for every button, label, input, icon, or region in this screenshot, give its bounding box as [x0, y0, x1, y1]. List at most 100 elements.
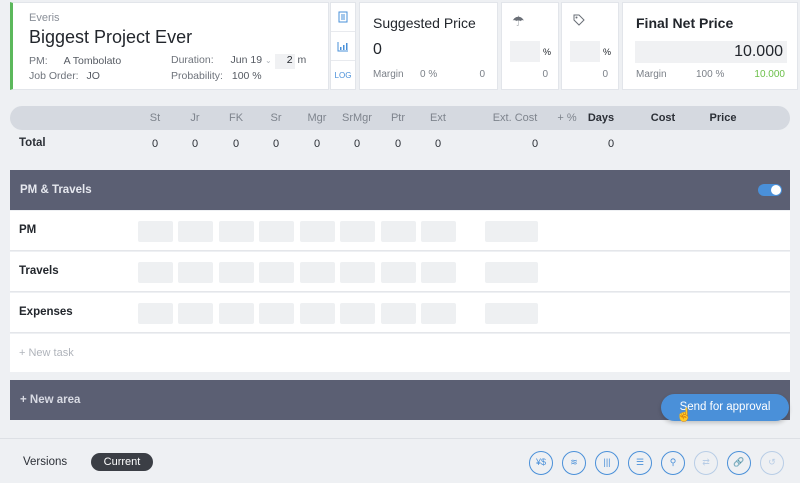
column-header: St Jr FK Sr Mgr SrMgr Ptr Ext Ext. Cost … — [10, 106, 790, 130]
duration-input[interactable]: 2 — [274, 54, 295, 69]
suggested-price-value: 0 — [373, 41, 382, 58]
col-ext-cost: Ext. Cost — [492, 112, 538, 124]
duration-month-select[interactable]: Jun 19 — [231, 54, 263, 66]
cell-input[interactable] — [259, 262, 294, 283]
cell-input[interactable] — [138, 262, 173, 283]
task-label[interactable]: Travels — [19, 265, 59, 277]
col-sr: Sr — [270, 112, 282, 124]
area-toggle[interactable] — [758, 184, 782, 196]
log-button[interactable]: LOG — [331, 61, 355, 90]
task-row: Travels — [10, 252, 790, 292]
col-price: Price — [709, 112, 737, 124]
task-row: PM — [10, 211, 790, 251]
cell-input[interactable] — [485, 221, 538, 242]
col-ext: Ext — [430, 112, 446, 124]
cell-input[interactable] — [300, 303, 335, 324]
cell-input[interactable] — [259, 221, 294, 242]
bar-chart-icon[interactable]: ||| — [595, 451, 619, 475]
cell-input[interactable] — [300, 221, 335, 242]
pm-label: PM: — [29, 55, 48, 67]
chevron-down-icon: ⌄ — [264, 56, 272, 65]
col-days: Days — [587, 112, 615, 124]
margin-label: Margin — [636, 69, 667, 80]
cell-input[interactable] — [178, 221, 213, 242]
bottom-bar: Versions Current ¥$ ≋ ||| ☰ ⚲ ⇄ 🔗 ↺ — [0, 438, 800, 483]
company-name: Everis — [29, 12, 60, 24]
timeline-icon[interactable]: ⚲ — [661, 451, 685, 475]
discount-card: % 0 — [561, 2, 619, 90]
cell-input[interactable] — [421, 221, 456, 242]
col-jr: Jr — [190, 112, 200, 124]
final-net-price-title: Final Net Price — [636, 15, 734, 31]
cell-input[interactable] — [219, 303, 254, 324]
cell-input[interactable] — [421, 262, 456, 283]
total-ext-cost: 0 — [531, 138, 539, 150]
layers-icon[interactable]: ≋ — [562, 451, 586, 475]
link-icon[interactable]: 🔗 — [727, 451, 751, 475]
percent-sign: % — [603, 47, 612, 57]
log-label: LOG — [334, 71, 352, 80]
margin-value: 0 — [479, 69, 485, 80]
total-mgr: 0 — [313, 138, 321, 150]
cell-input[interactable] — [138, 221, 173, 242]
cell-input[interactable] — [485, 262, 538, 283]
undo-icon[interactable]: ↺ — [760, 451, 784, 475]
duration-unit: m — [297, 54, 307, 66]
total-st: 0 — [151, 138, 159, 150]
project-card: Everis Biggest Project Ever PM: A Tombol… — [10, 2, 329, 90]
margin-percent: 100 % — [696, 69, 725, 80]
new-task-link[interactable]: + New task — [19, 347, 74, 359]
currency-icon[interactable]: ¥$ — [529, 451, 553, 475]
total-fk: 0 — [232, 138, 240, 150]
current-version-pill[interactable]: Current — [91, 453, 153, 471]
total-days: 0 — [607, 138, 615, 150]
cell-input[interactable] — [178, 303, 213, 324]
job-order-value[interactable]: JO — [87, 70, 100, 82]
hand-cursor-icon: ☝ — [676, 407, 693, 422]
total-row: Total 0 0 0 0 0 0 0 0 0 0 — [10, 133, 790, 157]
pm-value[interactable]: A Tombolato — [64, 55, 122, 67]
cell-input[interactable] — [421, 303, 456, 324]
total-label: Total — [19, 137, 46, 149]
col-srmgr: SrMgr — [342, 112, 372, 124]
task-label[interactable]: Expenses — [19, 306, 73, 318]
task-label[interactable]: PM — [19, 224, 36, 236]
document-button[interactable] — [331, 3, 355, 32]
final-net-price-input[interactable]: 10.000 — [635, 41, 787, 63]
bar-chart-icon — [337, 41, 348, 51]
cell-input[interactable] — [219, 221, 254, 242]
cell-input[interactable] — [300, 262, 335, 283]
margin-percent: 0 % — [420, 69, 438, 80]
new-task-row[interactable]: + New task — [10, 334, 790, 372]
cell-input[interactable] — [259, 303, 294, 324]
probability-value[interactable]: 100 % — [232, 70, 262, 82]
area-header[interactable]: PM & Travels — [10, 170, 790, 210]
task-row: Expenses — [10, 293, 790, 333]
total-srmgr: 0 — [353, 138, 361, 150]
cell-input[interactable] — [340, 221, 375, 242]
cell-input[interactable] — [219, 262, 254, 283]
duration-label: Duration: — [171, 54, 214, 66]
cell-input[interactable] — [485, 303, 538, 324]
project-title[interactable]: Biggest Project Ever — [29, 27, 328, 48]
suggested-price-card: Suggested Price 0 Margin 0 % 0 — [359, 2, 498, 90]
area-name: PM & Travels — [20, 184, 92, 196]
cell-input[interactable] — [340, 303, 375, 324]
cell-input[interactable] — [138, 303, 173, 324]
discount-input[interactable] — [570, 41, 600, 62]
tag-icon — [573, 14, 585, 26]
cell-input[interactable] — [178, 262, 213, 283]
discount-value: 0 — [602, 69, 608, 80]
new-area-link[interactable]: + New area — [20, 394, 80, 406]
total-jr: 0 — [191, 138, 199, 150]
cell-input[interactable] — [340, 262, 375, 283]
contingency-input[interactable] — [510, 41, 540, 62]
list-icon[interactable]: ☰ — [628, 451, 652, 475]
cell-input[interactable] — [381, 221, 416, 242]
chart-button[interactable] — [331, 32, 355, 61]
total-ext: 0 — [434, 138, 442, 150]
swap-icon[interactable]: ⇄ — [694, 451, 718, 475]
versions-label: Versions — [23, 456, 68, 468]
cell-input[interactable] — [381, 303, 416, 324]
cell-input[interactable] — [381, 262, 416, 283]
